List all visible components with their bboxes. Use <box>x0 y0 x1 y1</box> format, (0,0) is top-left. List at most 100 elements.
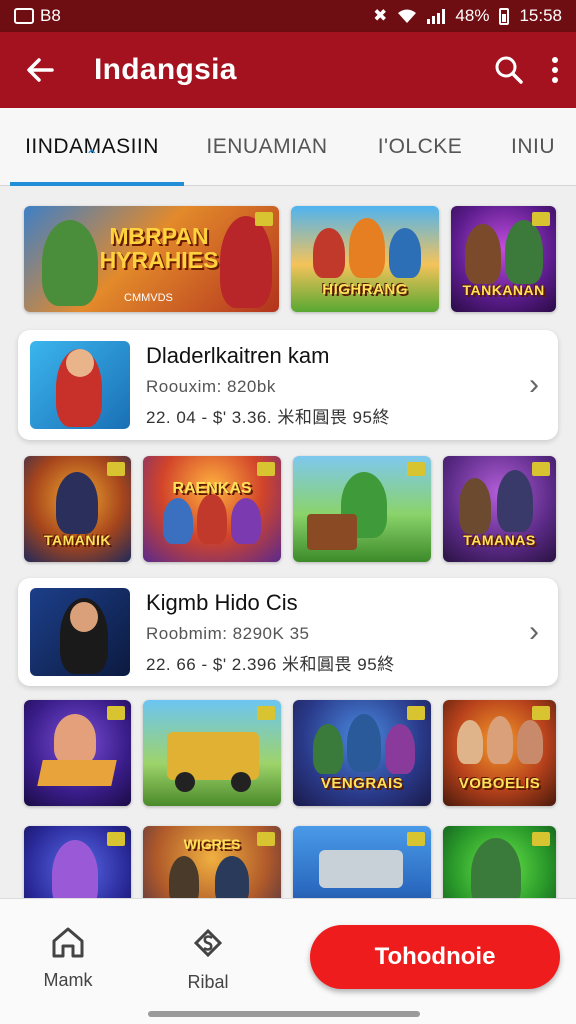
rating-badge <box>257 462 275 476</box>
hero-figure <box>52 840 98 898</box>
hero-figure <box>56 472 98 534</box>
game-grid-row: WIGRES <box>24 826 556 898</box>
game-tile[interactable] <box>443 826 556 898</box>
card-meta: Roobmim: 8290K 35 <box>146 623 310 643</box>
mute-icon: ✖ <box>373 6 388 25</box>
rating-badge <box>107 706 125 720</box>
game-label: VENGRAIS <box>320 775 404 792</box>
game-tile[interactable] <box>293 826 431 898</box>
wheel-shape <box>231 772 251 792</box>
bottom-nav: Mamk Ribal Tohodnoie <box>0 898 576 1024</box>
primary-action-button[interactable]: Tohodnoie <box>310 925 560 989</box>
hero-figure <box>42 220 98 306</box>
banner-label: TANKANAN <box>462 282 545 298</box>
app-bar: Indangsia <box>0 32 576 108</box>
hero-figure <box>220 216 272 308</box>
card-title: Dladerlkaitren kam <box>146 342 330 368</box>
wheel-shape <box>175 772 195 792</box>
tab-ienuamian[interactable]: IENUAMIAN <box>184 108 350 186</box>
card-price: 22. 66 - $' 2.396 米和圓畏 95終 <box>146 654 395 674</box>
content-scroll[interactable]: MBRPAN HYRAHIES CMMVDS HIGHRANG TANKANAN <box>0 186 576 898</box>
tab-label: INIU <box>511 134 555 158</box>
page-title: Indangsia <box>94 53 237 86</box>
battery-icon <box>499 7 510 25</box>
hero-figure <box>385 724 415 774</box>
card-thumbnail <box>30 341 130 429</box>
hero-figure <box>163 498 193 544</box>
hero-figure <box>487 716 513 764</box>
banner-tile[interactable]: MBRPAN HYRAHIES CMMVDS <box>24 206 279 312</box>
nav-item-ribal[interactable]: Ribal <box>168 925 248 993</box>
game-tile[interactable]: TAMANIK <box>24 456 131 562</box>
game-label: TAMANAS <box>463 532 536 548</box>
tab-label: I'OLCKE <box>377 134 463 158</box>
banner-sub: CMMVDS <box>124 292 173 304</box>
signal-icon <box>427 8 446 24</box>
rating-badge <box>532 462 550 476</box>
app-screen: B8 ✖ 48% 15:58 Indangsia IINDAMASIIN ⌃ I… <box>0 0 576 1024</box>
hero-figure <box>169 856 199 898</box>
back-arrow-icon[interactable] <box>16 55 64 85</box>
game-label: VOBOELIS <box>458 775 541 792</box>
game-tile[interactable] <box>143 700 281 806</box>
nav-label: Ribal <box>187 972 229 992</box>
game-tile[interactable] <box>293 456 431 562</box>
hero-figure <box>215 856 249 898</box>
hero-figure <box>348 218 385 278</box>
hero-figure <box>457 720 483 764</box>
hero-figure <box>312 228 345 278</box>
game-tile[interactable]: TAMANAS <box>443 456 556 562</box>
car-shape <box>319 850 403 888</box>
tab-indamasiin[interactable]: IINDAMASIIN ⌃ <box>0 108 184 186</box>
game-tile[interactable]: VENGRAIS <box>293 700 431 806</box>
game-tile[interactable]: VOBOELIS <box>443 700 556 806</box>
gesture-home-bar[interactable] <box>148 1011 420 1017</box>
game-tile[interactable] <box>24 700 131 806</box>
game-label: RAENKAS <box>172 480 252 497</box>
rating-badge <box>107 462 125 476</box>
rating-badge <box>407 706 425 720</box>
game-card[interactable]: Dladerlkaitren kam Roouxim: 820bk 22. 04… <box>18 330 558 440</box>
chevron-right-icon: › <box>529 368 539 401</box>
hero-figure <box>388 228 421 278</box>
hero-figure <box>505 220 544 284</box>
game-tile[interactable]: WIGRES <box>143 826 281 898</box>
rating-badge <box>532 212 550 226</box>
rating-badge <box>407 832 425 846</box>
game-tile[interactable] <box>24 826 131 898</box>
search-icon[interactable] <box>494 55 524 85</box>
game-card[interactable]: Kigmb Hido Cis Roobmim: 8290K 35 22. 66 … <box>18 578 558 686</box>
hero-figure <box>347 714 381 772</box>
hero-figure <box>197 494 227 544</box>
hero-figure <box>54 714 96 764</box>
hero-face <box>66 349 94 377</box>
card-price: 22. 04 - $' 3.36. 米和圓畏 95終 <box>146 407 390 427</box>
home-icon <box>52 927 84 958</box>
tab-iniu[interactable]: INIU <box>490 108 576 186</box>
pizza-shape <box>37 760 117 786</box>
banner-tile[interactable]: TANKANAN <box>451 206 556 312</box>
card-meta: Roouxim: 820bk <box>146 376 276 396</box>
banner-tile[interactable]: HIGHRANG <box>290 206 440 312</box>
tab-indicator <box>10 181 184 186</box>
hero-face <box>70 602 98 632</box>
status-bar: B8 ✖ 48% 15:58 <box>0 0 576 32</box>
game-label: WIGRES <box>183 836 241 852</box>
tab-olcke[interactable]: I'OLCKE <box>350 108 490 186</box>
nav-item-home[interactable]: Mamk <box>28 925 108 991</box>
hero-figure <box>231 498 261 544</box>
banner-label: HIGHRANG <box>322 281 408 298</box>
more-vert-icon[interactable] <box>550 56 560 84</box>
wifi-icon <box>398 9 417 23</box>
hero-figure <box>313 724 343 774</box>
chevron-up-icon: ⌃ <box>85 147 99 165</box>
cart-shape <box>307 514 357 550</box>
rating-badge <box>407 462 425 476</box>
game-tile[interactable]: RAENKAS <box>143 456 281 562</box>
banner-label: MBRPAN HYRAHIES <box>99 223 219 273</box>
rating-badge <box>532 706 550 720</box>
status-left-text: B8 <box>40 6 61 25</box>
tab-bar: IINDAMASIIN ⌃ IENUAMIAN I'OLCKE INIU <box>0 108 576 186</box>
rating-badge <box>257 706 275 720</box>
rating-badge <box>107 832 125 846</box>
